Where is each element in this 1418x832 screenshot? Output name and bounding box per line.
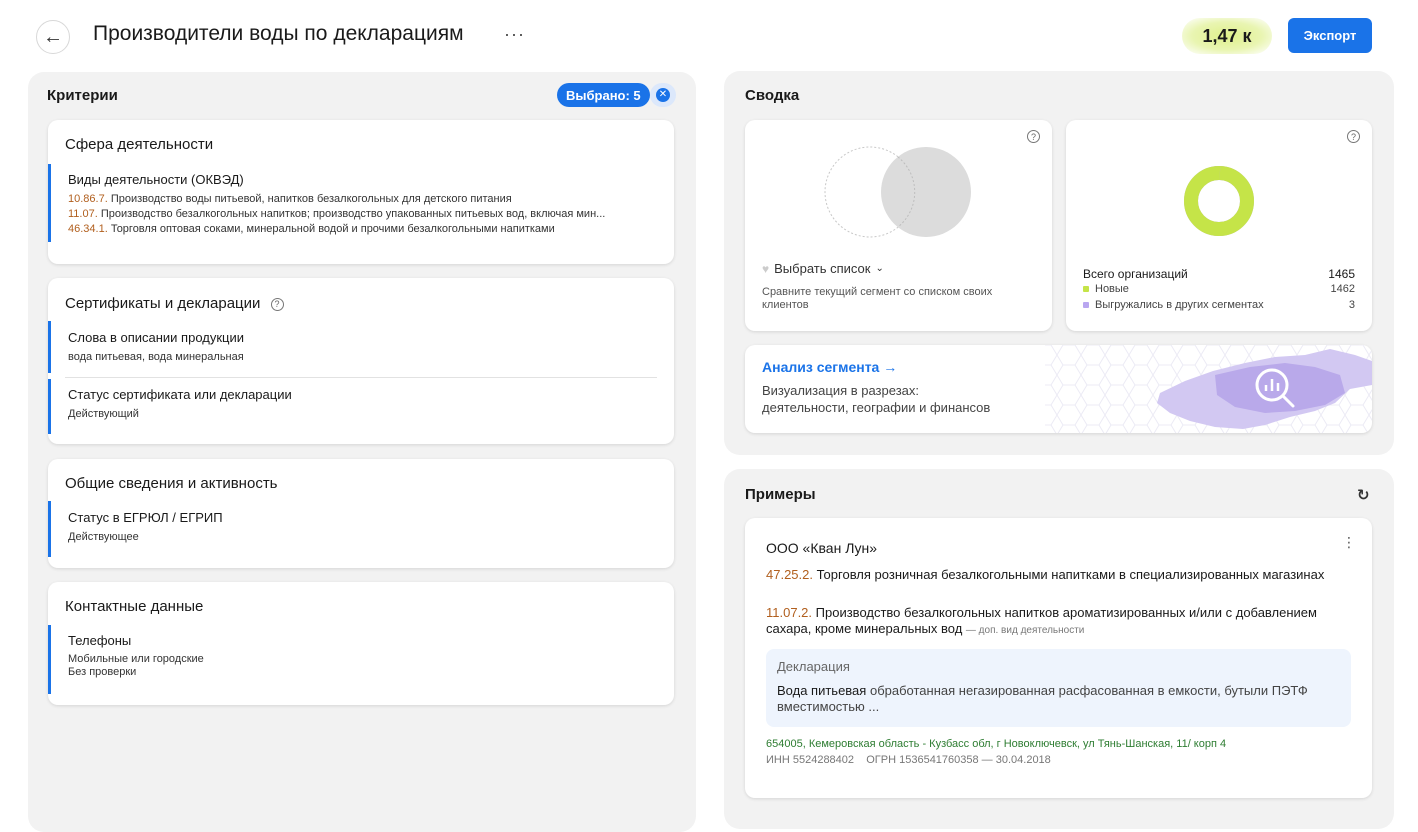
organization-address: 654005, Кемеровская область - Кузбасс об… [766, 738, 1227, 750]
compare-list-card: ? ♥ Выбрать список ⌄ Сравните текущий се… [745, 120, 1052, 331]
criterion-value: вода питьевая, вода минеральная [68, 351, 244, 363]
section-title-wrap: Сертификаты и декларации ? [65, 295, 284, 312]
okved-line: 10.86.7. Производство воды питьевой, нап… [68, 192, 657, 207]
chevron-down-icon: ⌄ [875, 263, 884, 274]
criterion-name: Телефоны [68, 633, 132, 648]
section-title: Сертификаты и декларации [65, 295, 261, 312]
stat-new-value: 1462 [1330, 283, 1355, 295]
okved-text: Производство воды питьевой, напитков без… [110, 193, 512, 205]
examples-title: Примеры [745, 486, 816, 503]
segment-count-badge: 1,47 к [1182, 18, 1272, 54]
arrow-left-icon: ← [43, 25, 63, 48]
criterion-value: Действующее [68, 531, 139, 543]
okved-code: 11.07. [68, 208, 98, 220]
criteria-card-general[interactable]: Общие сведения и активность Статус в ЕГР… [48, 459, 674, 568]
segment-analysis-card[interactable]: Анализ сегмента → Визуализация в разреза… [745, 345, 1372, 433]
stat-new-label: Новые [1095, 283, 1129, 295]
criterion-product-words[interactable]: Слова в описании продукции вода питьевая… [48, 321, 657, 373]
criterion-name: Статус в ЕГРЮЛ / ЕГРИП [68, 510, 223, 525]
venn-circle-segment [881, 147, 971, 237]
declaration-box: Декларация Вода питьевая обработанная не… [766, 649, 1351, 727]
more-options-button[interactable]: ··· [504, 24, 525, 45]
criterion-okved[interactable]: Виды деятельности (ОКВЭД) 10.86.7. Произ… [48, 164, 657, 242]
okved-code: 46.34.1. [68, 223, 108, 235]
kebab-menu-icon[interactable]: ⋮ [1342, 534, 1356, 551]
organization-ids: ИНН 5524288402 ОГРН 1536541760358 — 30.0… [766, 754, 1051, 766]
criteria-card-contacts[interactable]: Контактные данные Телефоны Мобильные или… [48, 582, 674, 705]
section-title: Общие сведения и активность [65, 475, 278, 492]
okved-code: 10.86.7. [68, 193, 108, 205]
export-button[interactable]: Экспорт [1288, 18, 1372, 53]
close-icon: ✕ [656, 88, 670, 102]
refresh-icon[interactable]: ↻ [1357, 486, 1370, 504]
venn-diagram [824, 146, 971, 238]
criterion-certificate-status[interactable]: Статус сертификата или декларации Действ… [48, 379, 657, 434]
activity-code: 11.07.2. [766, 605, 813, 620]
summary-title: Сводка [745, 87, 800, 104]
okved-text: Торговля оптовая соками, минеральной вод… [110, 223, 555, 235]
stat-exported-value: 3 [1348, 299, 1355, 311]
analysis-desc-line: Визуализация в разрезах: [762, 383, 919, 398]
clear-selection-button[interactable]: ✕ [650, 83, 676, 107]
criterion-phones[interactable]: Телефоны Мобильные или городские Без про… [48, 625, 657, 694]
back-button[interactable]: ← [36, 20, 70, 54]
help-icon[interactable]: ? [270, 297, 284, 311]
choose-list-label: Выбрать список [774, 261, 871, 276]
section-title: Сфера деятельности [65, 136, 214, 153]
criteria-card-activity[interactable]: Сфера деятельности Виды деятельности (ОК… [48, 120, 674, 264]
declaration-label: Декларация [777, 659, 850, 674]
criterion-value: Мобильные или городские [68, 653, 204, 665]
section-title: Контактные данные [65, 598, 204, 615]
criterion-egrul-status[interactable]: Статус в ЕГРЮЛ / ЕГРИП Действующее [48, 501, 657, 557]
donut-slice-new [1184, 166, 1254, 236]
activity-item: 47.25.2. Торговля розничная безалкогольн… [766, 567, 1326, 583]
choose-list-dropdown[interactable]: ♥ Выбрать список ⌄ [762, 261, 884, 276]
stat-total-value: 1465 [1328, 267, 1355, 281]
criterion-value: Без проверки [68, 666, 137, 678]
compare-description: Сравните текущий сегмент со списком свои… [762, 286, 993, 311]
legend-dot-exported [1083, 302, 1089, 309]
criteria-title: Критерии [47, 87, 118, 104]
criterion-name: Виды деятельности (ОКВЭД) [68, 172, 244, 187]
activity-text: Торговля розничная безалкогольными напит… [816, 567, 1325, 582]
okved-line: 11.07. Производство безалкогольных напит… [68, 207, 657, 222]
activity-item: 11.07.2. Производство безалкогольных нап… [766, 605, 1326, 639]
okved-text: Производство безалкогольных напитков; пр… [100, 208, 606, 220]
page-title: Производители воды по декларациям [93, 22, 464, 45]
criterion-value: Действующий [68, 408, 139, 420]
activity-aux: — доп. вид деятельности [965, 625, 1085, 636]
segment-analysis-description: Визуализация в разрезах: деятельности, г… [762, 382, 990, 416]
selected-count-pill[interactable]: Выбрано: 5 [557, 83, 650, 107]
example-organization-card[interactable]: ООО «Кван Лун» ⋮ 47.25.2. Торговля розни… [745, 518, 1372, 798]
criterion-name: Статус сертификата или декларации [68, 387, 292, 402]
heart-icon: ♥ [762, 261, 770, 276]
stat-total: Всего организаций 1465 [1083, 267, 1355, 281]
organizations-donut-chart [1184, 166, 1254, 236]
declaration-text: Вода питьевая обработанная негазированна… [777, 683, 1322, 715]
criteria-card-certificates[interactable]: Сертификаты и декларации ? Слова в описа… [48, 278, 674, 444]
segment-analysis-link[interactable]: Анализ сегмента → [762, 359, 897, 375]
divider [65, 377, 657, 378]
declaration-product: Вода питьевая [777, 683, 867, 698]
stat-total-label: Всего организаций [1083, 267, 1188, 281]
criterion-name: Слова в описании продукции [68, 330, 245, 345]
stat-exported: Выгружались в других сегментах 3 [1083, 299, 1355, 311]
okved-line: 46.34.1. Торговля оптовая соками, минера… [68, 222, 657, 237]
legend-dot-new [1083, 286, 1089, 293]
organization-name: ООО «Кван Лун» [766, 540, 878, 556]
analysis-desc-line: деятельности, географии и финансов [762, 400, 991, 415]
activity-code: 47.25.2. [766, 567, 813, 582]
stat-new: Новые 1462 [1083, 283, 1355, 295]
organizations-stats-card: ? Всего организаций 1465 Новые 1462 Выгр… [1066, 120, 1372, 331]
stat-exported-label: Выгружались в других сегментах [1095, 299, 1264, 311]
